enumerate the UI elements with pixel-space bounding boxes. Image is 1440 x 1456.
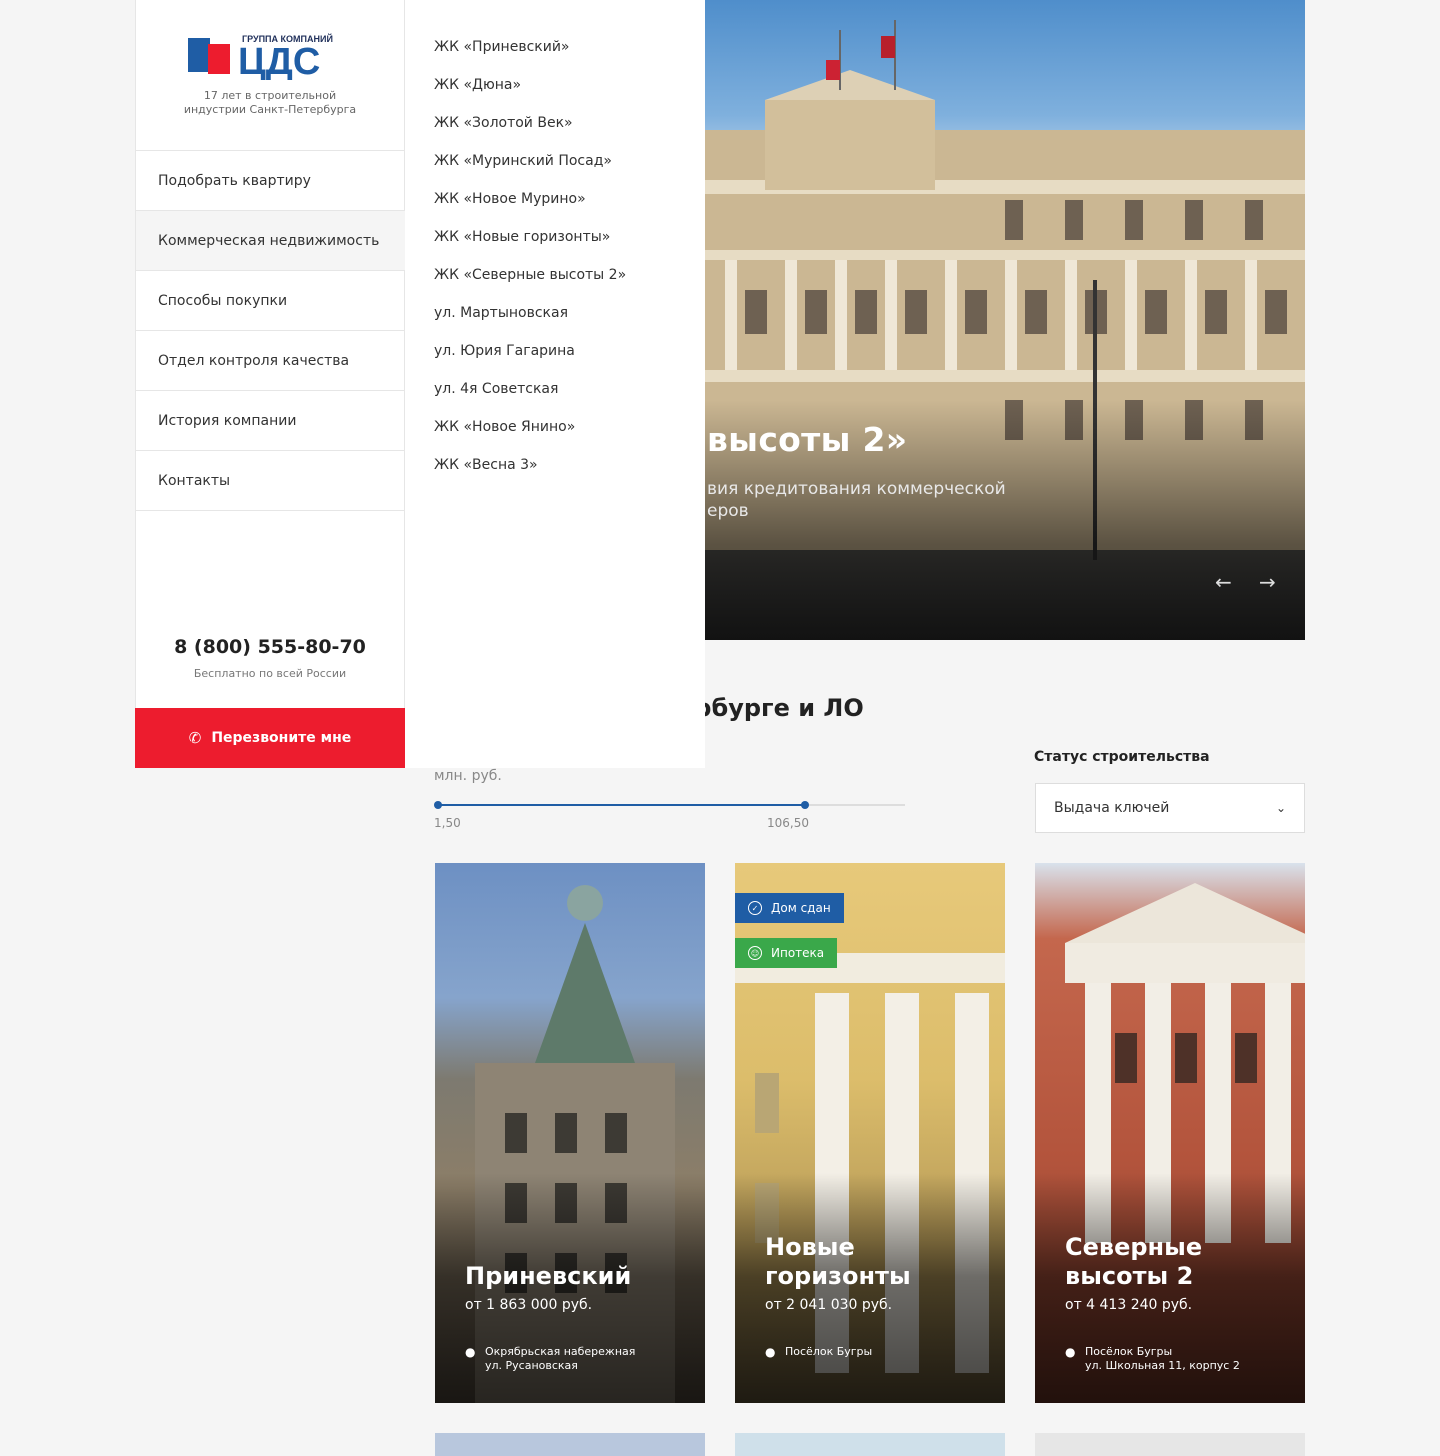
sidebar-item-history[interactable]: История компании (136, 391, 405, 451)
submenu-item[interactable]: ЖК «Муринский Посад» (405, 142, 705, 180)
price-max-handle[interactable] (800, 801, 809, 809)
project-address: ● Посёлок Бугры ул. Школьная 11, корпус 2 (1065, 1345, 1240, 1373)
project-name: Приневский (465, 1262, 632, 1290)
badge-label: Дом сдан (771, 901, 831, 915)
map-pin-icon: ● (765, 1345, 776, 1359)
status-select-value: Выдача ключей (1054, 800, 1170, 816)
project-card[interactable]: Приневский от 1 863 000 руб. ● Окрябрьск… (435, 863, 705, 1403)
hero-slider: высоты 2» вия кредитования коммерческой … (705, 0, 1305, 640)
submenu-item[interactable]: ЖК «Дюна» (405, 66, 705, 104)
project-card[interactable]: ✓ Дом сдан ☺ Ипотека Новые горизонты от … (735, 863, 1005, 1403)
callback-button[interactable]: ✆ Перезвоните мне (135, 708, 405, 768)
map-pin-icon: ● (1065, 1345, 1076, 1359)
project-name: Северные высоты 2 (1065, 1233, 1203, 1290)
address-line: ул. Школьная 11, корпус 2 (1085, 1359, 1240, 1372)
address-line: Окрябрьская набережная (485, 1345, 636, 1358)
check-circle-icon: ✓ (748, 901, 762, 915)
project-name: Новые горизонты (765, 1233, 911, 1290)
hero-subtitle-line: вия кредитования коммерческой (707, 479, 1006, 499)
project-card-preview[interactable] (735, 1433, 1005, 1456)
status-badge-done: ✓ Дом сдан (735, 893, 844, 923)
sidebar-item-purchase-methods[interactable]: Способы покупки (136, 271, 405, 331)
sidebar-menu: ГРУППА КОМПАНИЙ ЦДС 17 лет в строительно… (135, 0, 405, 768)
company-tagline: 17 лет в строительной индустрии Санкт-Пе… (183, 89, 357, 116)
submenu-item[interactable]: ЖК «Новые горизонты» (405, 218, 705, 256)
sidebar-item-commercial[interactable]: Коммерческая недвижимость (136, 211, 405, 271)
price-max-value: 106,50 (767, 816, 809, 830)
main-menu: Подобрать квартиру Коммерческая недвижим… (136, 150, 405, 511)
phone-number[interactable]: 8 (800) 555-80-70 (136, 636, 404, 658)
sidebar-item-quality-control[interactable]: Отдел контроля качества (136, 331, 405, 391)
hero-title: высоты 2» (707, 420, 908, 459)
project-address: ● Окрябрьская набережная ул. Русановская (465, 1345, 635, 1373)
submenu-item[interactable]: ул. Мартыновская (405, 294, 705, 332)
chevron-down-icon: ⌄ (1275, 801, 1286, 815)
address-line: ул. Русановская (485, 1359, 578, 1372)
map-pin-icon: ● (465, 1345, 476, 1359)
hero-subtitle-line: еров (707, 501, 749, 521)
project-card-preview[interactable] (1035, 1433, 1305, 1456)
submenu-item[interactable]: ЖК «Новое Мурино» (405, 180, 705, 218)
project-address: ● Посёлок Бугры (765, 1345, 872, 1359)
sidebar-item-find-apartment[interactable]: Подобрать квартиру (136, 151, 405, 211)
project-price: от 1 863 000 руб. (465, 1297, 593, 1313)
address-line: Посёлок Бугры (1085, 1345, 1173, 1358)
project-card-preview[interactable] (435, 1433, 705, 1456)
status-select[interactable]: Выдача ключей ⌄ (1035, 783, 1305, 833)
price-unit-label: млн. руб. (434, 768, 502, 784)
commercial-submenu: ЖК «Приневский» ЖК «Дюна» ЖК «Золотой Ве… (405, 0, 705, 768)
badge-label: Ипотека (771, 946, 825, 960)
phone-note: Бесплатно по всей России (193, 667, 347, 680)
submenu-item[interactable]: ЖК «Весна 3» (405, 446, 705, 484)
price-range-slider[interactable] (434, 801, 905, 809)
address-line: Посёлок Бугры (785, 1345, 873, 1358)
status-label: Статус строительства (1034, 749, 1210, 765)
submenu-item[interactable]: ул. 4я Советская (405, 370, 705, 408)
section-title: ербурге и ЛО (678, 694, 864, 722)
price-min-value: 1,50 (434, 816, 461, 830)
svg-text:ЦДС: ЦДС (238, 41, 320, 80)
submenu-item[interactable]: ЖК «Приневский» (405, 28, 705, 66)
hero-subtitle: вия кредитования коммерческой еров (707, 478, 1006, 522)
project-card[interactable]: Северные высоты 2 от 4 413 240 руб. ● По… (1035, 863, 1305, 1403)
submenu-item[interactable]: ул. Юрия Гагарина (405, 332, 705, 370)
arrow-right-icon[interactable]: → (1259, 570, 1276, 594)
submenu-item[interactable]: ЖК «Новое Янино» (405, 408, 705, 446)
sidebar-item-contacts[interactable]: Контакты (136, 451, 405, 511)
submenu-item[interactable]: ЖК «Золотой Век» (405, 104, 705, 142)
project-price: от 4 413 240 руб. (1065, 1297, 1193, 1313)
phone-icon: ✆ (188, 729, 202, 747)
status-badge-mortgage: ☺ Ипотека (735, 938, 838, 968)
project-price: от 2 041 030 руб. (765, 1297, 893, 1313)
arrow-left-icon[interactable]: ← (1215, 570, 1232, 594)
callback-label: Перезвоните мне (211, 730, 352, 746)
submenu-item[interactable]: ЖК «Северные высоты 2» (405, 256, 705, 294)
smile-icon: ☺ (748, 946, 762, 960)
company-logo[interactable]: ГРУППА КОМПАНИЙ ЦДС (186, 30, 356, 80)
price-range-fill (438, 804, 805, 806)
price-min-handle[interactable] (434, 801, 442, 809)
